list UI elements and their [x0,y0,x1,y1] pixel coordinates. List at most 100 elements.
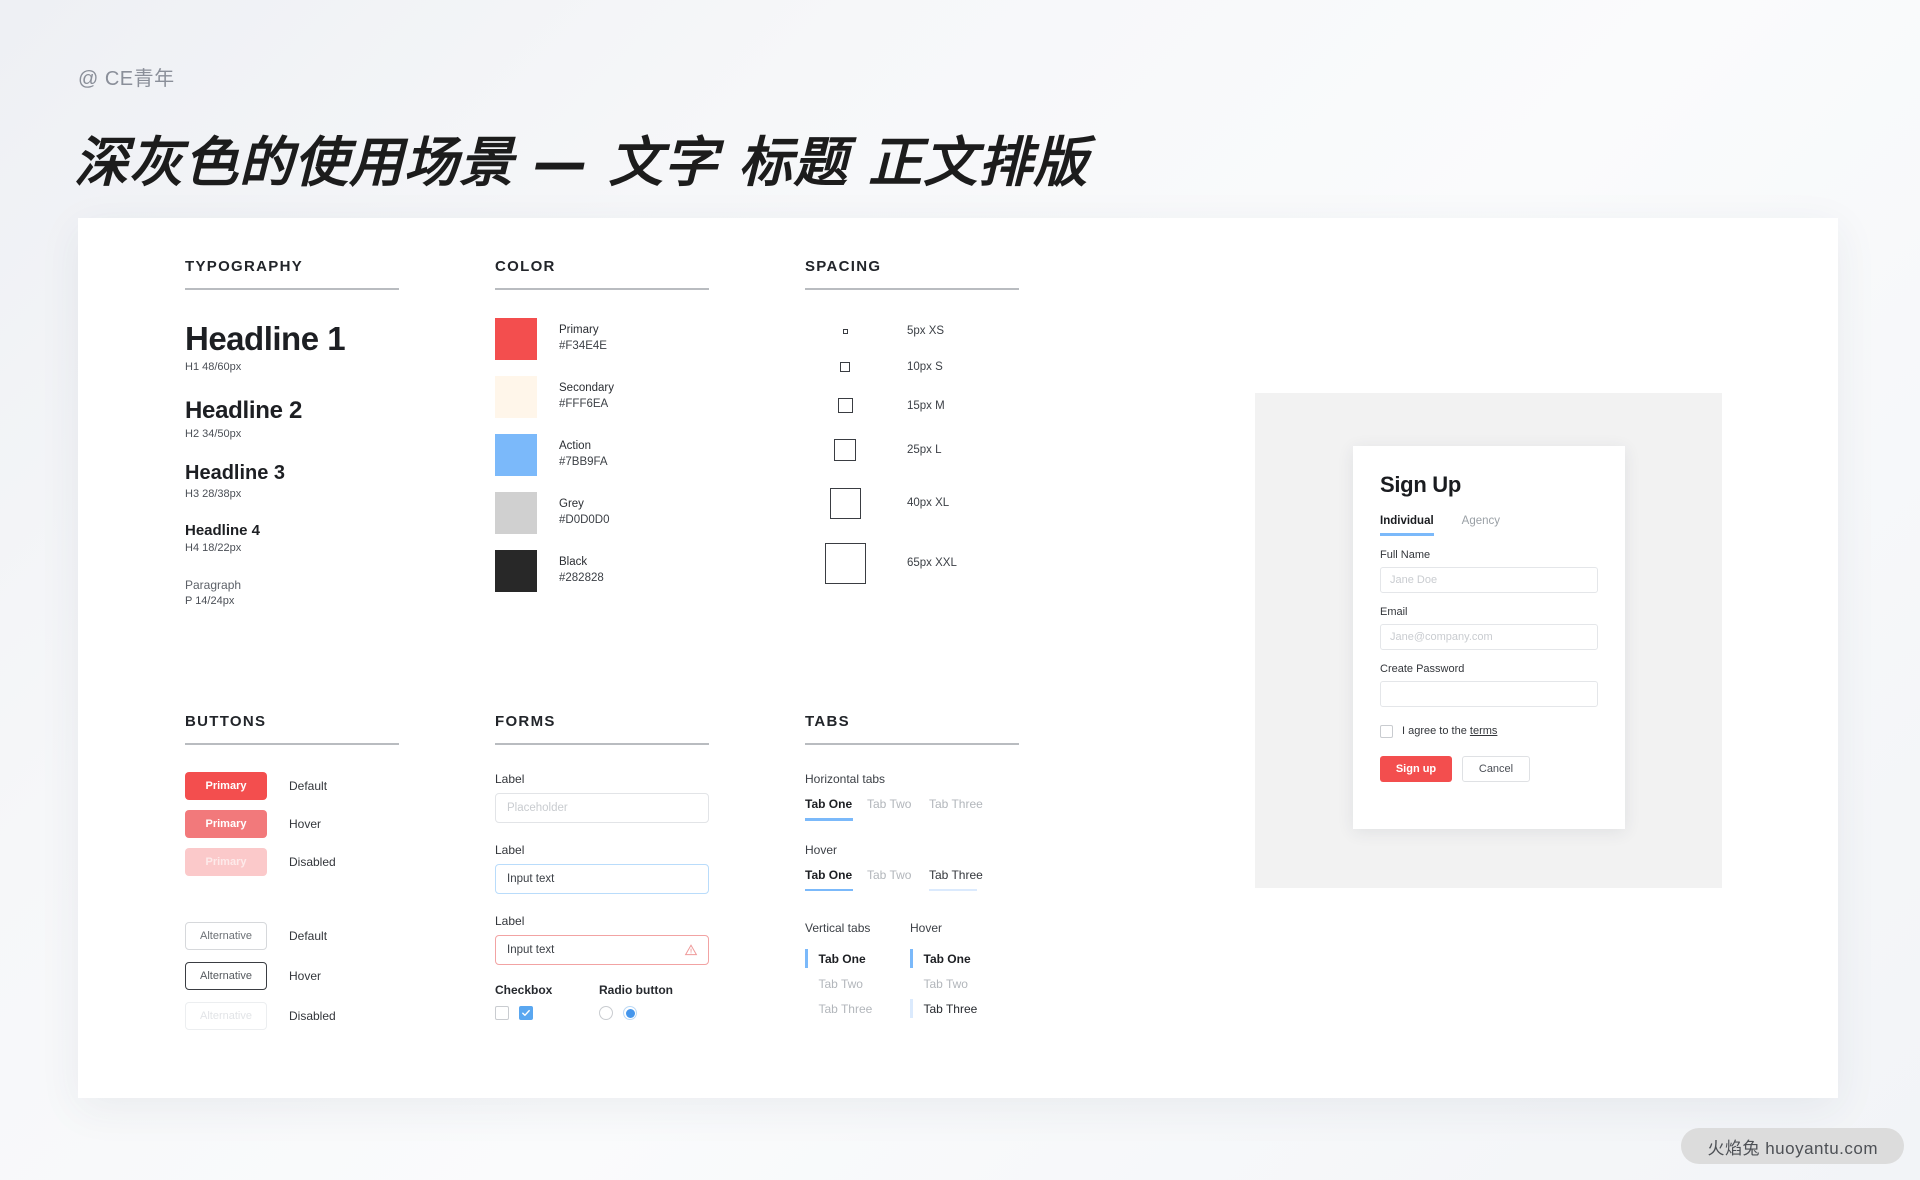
spacing-row-s: 10px S [805,348,1115,385]
alternative-button-hover[interactable]: Alternative [185,962,267,990]
spacing-label: 40px XL [907,497,950,509]
alternative-button-disabled: Alternative [185,1002,267,1030]
primary-button-default[interactable]: Primary [185,772,267,800]
full-name-input[interactable]: Jane Doe [1380,566,1598,593]
primary-button-hover[interactable]: Primary [185,810,267,838]
button-row: Primary Hover [185,810,495,838]
spacing-section-title: SPACING [805,258,882,275]
signup-card: Sign Up Individual Agency Full Name Jane… [1353,446,1625,829]
radio-selected[interactable] [623,1006,637,1020]
button-row: Primary Disabled [185,848,495,876]
hover-tabs-heading: Hover [805,842,838,857]
section-divider [185,288,399,290]
button-state-label: Hover [289,817,322,831]
signup-tab-individual[interactable]: Individual [1380,515,1434,536]
password-field: Create Password [1380,663,1598,707]
color-section-title: COLOR [495,258,556,275]
color-swatch-row: Primary #F34E4E [495,318,805,360]
vertical-tabs-row: Tab One Tab Two Tab Three Tab One Tab Tw… [805,946,1115,1021]
type-sample-h3-text: Headline 3 [185,462,286,484]
spacing-label: 10px S [907,360,943,373]
horizontal-tabs-heading: Horizontal tabs [805,772,886,786]
vtab-one[interactable]: Tab One [805,946,910,971]
section-divider [185,743,399,745]
vtab-indicator [910,999,913,1018]
field-label: Email [1380,605,1408,618]
button-state-label: Hover [289,969,322,983]
tab-three-hovered[interactable]: Tab Three [929,868,991,891]
buttons-section-title: BUTTONS [185,713,267,730]
horizontal-tabs-hover: Tab One Tab Two Tab Three [805,868,1115,892]
color-swatch-action [495,434,537,476]
checkbox-checked[interactable] [519,1006,533,1020]
error-input[interactable]: Input text [495,935,709,965]
signup-actions: Sign up Cancel [1380,755,1598,782]
tab-one[interactable]: Tab One [805,797,867,821]
vtab-one-hover-state[interactable]: Tab One [910,946,1015,971]
password-input[interactable] [1380,680,1598,707]
watermark: 火焰兔 huoyantu.com [1681,1128,1904,1164]
vtab-three[interactable]: Tab Three [805,996,910,1021]
top-sections-row: TYPOGRAPHY Headline 1 H1 48/60px Headlin… [185,258,1185,608]
vtab-two-hover-state[interactable]: Tab Two [910,971,1015,996]
forms-section: FORMS Label Placeholder Label Input text… [495,713,805,1040]
alternative-buttons-group: Alternative Default Alternative Hover Al… [185,922,495,1030]
button-row: Alternative Hover [185,962,495,990]
button-row: Alternative Disabled [185,1002,495,1030]
terms-link[interactable]: terms [1470,725,1498,737]
primary-button-disabled: Primary [185,848,267,876]
terms-checkbox[interactable] [1380,724,1393,738]
tabs-section: TABS Horizontal tabs Tab One Tab Two Tab… [805,713,1115,1040]
color-swatch-name: Secondary [559,382,614,395]
tab-one-hover-state[interactable]: Tab One [805,868,867,891]
checkbox-heading: Checkbox [495,983,553,997]
field-label: Create Password [1380,662,1465,675]
tab-three[interactable]: Tab Three [929,797,991,821]
color-swatch-black [495,550,537,592]
signup-tab-agency[interactable]: Agency [1462,515,1500,536]
tab-label: Tab One [923,951,971,966]
button-row: Primary Default [185,772,495,800]
signup-title: Sign Up [1380,472,1462,497]
focused-input[interactable]: Input text [495,864,709,894]
bottom-sections-row: BUTTONS Primary Default Primary Hover Pr… [185,713,1185,1040]
field-label: Label [495,914,525,928]
type-sample-h2-text: Headline 2 [185,397,303,424]
color-swatch-hex: #282828 [559,572,604,584]
radio-unselected[interactable] [599,1006,613,1020]
radio-heading: Radio button [599,983,673,997]
vtab-three-hovered[interactable]: Tab Three [910,996,1015,1021]
tab-underline [805,818,853,821]
color-swatch-row: Grey #D0D0D0 [495,492,805,534]
type-sample-h3: Headline 3 H3 28/38px [185,462,495,500]
vertical-tabs-headings: Vertical tabs Hover [805,921,1115,946]
color-swatch-name: Grey [559,498,584,511]
tab-two[interactable]: Tab Two [867,797,929,821]
spacing-box-m [837,398,853,413]
email-input[interactable]: Jane@company.com [1380,623,1598,650]
button-state-label: Default [289,929,328,943]
checkbox-group: Checkbox [495,983,599,1020]
spacing-row-xs: 5px XS [805,314,1115,348]
spacing-row-xl: 40px XL [805,474,1115,532]
signup-cancel-button[interactable]: Cancel [1462,755,1530,782]
vtab-two[interactable]: Tab Two [805,971,910,996]
email-field: Email Jane@company.com [1380,606,1598,650]
placeholder-input[interactable]: Placeholder [495,793,709,823]
checkbox-unchecked[interactable] [495,1006,509,1020]
tab-label: Tab Two [867,867,912,882]
spacing-row-xxl: 65px XXL [805,532,1115,594]
alternative-button-default[interactable]: Alternative [185,922,267,950]
primary-buttons-group: Primary Default Primary Hover Primary Di… [185,772,495,876]
page-title: 深灰色的使用场景 — 文字 标题 正文排版 [74,131,1089,194]
tab-label: Tab Three [818,1001,873,1016]
vertical-tabs: Tab One Tab Two Tab Three [805,946,910,1021]
tab-two-hover-state[interactable]: Tab Two [867,868,929,892]
tab-underline [805,888,853,891]
signup-submit-button[interactable]: Sign up [1380,755,1452,782]
tab-label: Tab One [805,797,853,811]
vtab-indicator [805,949,808,968]
spacing-row-m: 15px M [805,385,1115,426]
type-sample-h4: Headline 4 H4 18/22px [185,522,495,554]
tab-label: Tab Two [923,976,968,991]
